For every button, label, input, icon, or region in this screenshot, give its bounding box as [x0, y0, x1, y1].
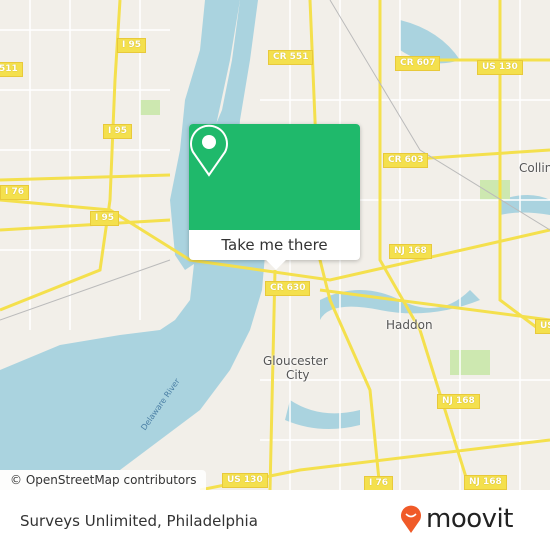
map[interactable]: I 95 CR 551 CR 607 US 130 511 I 95 CR 60… [0, 0, 550, 490]
road-shield: NJ 168 [389, 244, 432, 259]
location-title: Surveys Unlimited, Philadelphia [20, 512, 258, 530]
place-label: City [286, 368, 310, 382]
map-pin-icon [190, 124, 228, 177]
road-shield: I 76 [364, 476, 394, 490]
road-shield: I 95 [117, 38, 147, 53]
road-shield: NJ 168 [437, 394, 480, 409]
footer: Surveys Unlimited, Philadelphia moovit [0, 490, 550, 550]
road-shield: I 95 [103, 124, 133, 139]
attribution[interactable]: © OpenStreetMap contributors [0, 470, 207, 490]
road-shield: NJ 168 [464, 475, 507, 490]
road-shield: I 76 [0, 185, 30, 200]
road-shield: US 130 [222, 473, 268, 488]
road-shield: US [535, 319, 550, 334]
road-shield: CR 551 [268, 50, 314, 65]
logo-text: moovit [426, 504, 513, 534]
road-shield: CR 603 [383, 153, 429, 168]
road-shield: US 130 [477, 60, 523, 75]
place-label: Gloucester [263, 354, 328, 368]
road-shield: CR 607 [395, 56, 441, 71]
location-popup: Take me there [189, 124, 360, 270]
road-shield: 511 [0, 62, 23, 77]
place-label: Haddon [386, 318, 433, 332]
road-shield: I 95 [90, 211, 120, 226]
place-label: Collin [519, 161, 550, 175]
road-shield: CR 630 [265, 281, 311, 296]
popup-header [189, 124, 360, 230]
moovit-logo[interactable]: moovit [400, 504, 513, 534]
moovit-pin-icon [401, 505, 421, 533]
